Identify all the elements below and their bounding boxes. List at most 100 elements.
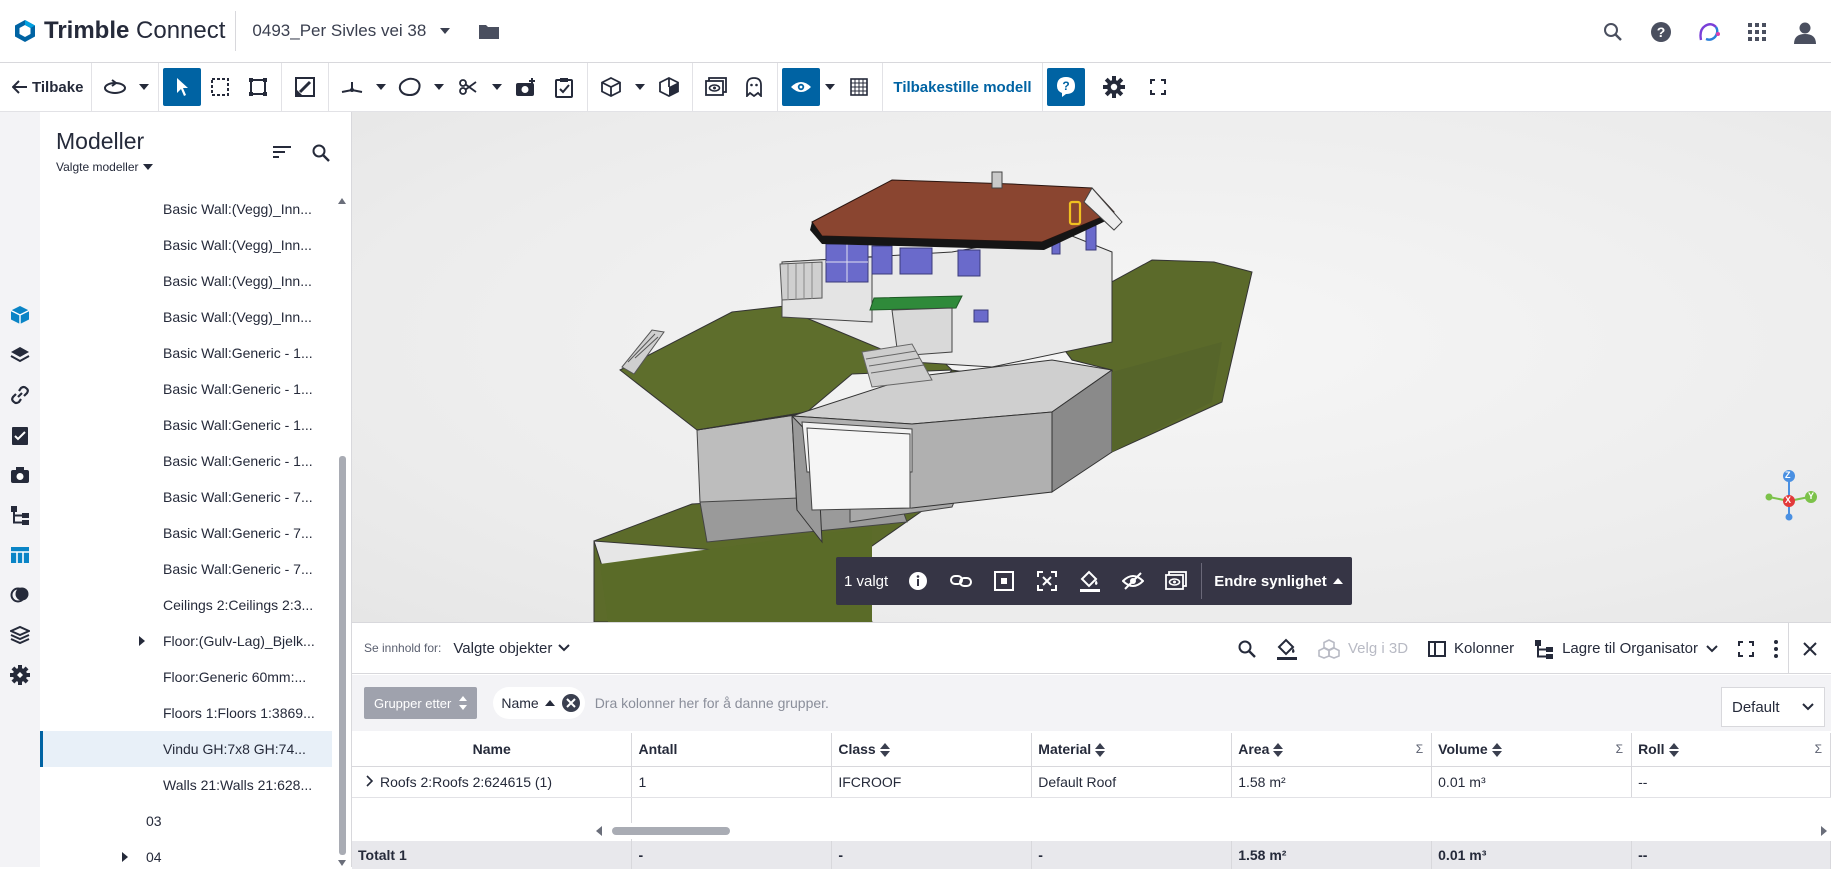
extension-gear-icon[interactable] xyxy=(0,655,40,695)
box-select-button[interactable] xyxy=(239,68,277,106)
tree-item[interactable]: Basic Wall:Generic - 1... xyxy=(40,371,332,407)
info-button[interactable] xyxy=(896,557,939,605)
caret-down-icon[interactable] xyxy=(371,68,391,106)
show-only-button[interactable] xyxy=(1154,557,1197,605)
tree-item[interactable]: Basic Wall:(Vegg)_Inn... xyxy=(40,227,332,263)
tree-item[interactable]: Basic Wall:Generic - 1... xyxy=(40,443,332,479)
sum-icon[interactable]: Σ xyxy=(1616,742,1623,756)
table-row[interactable]: Roofs 2:Roofs 2:624615 (1) 1 IFCROOF Def… xyxy=(352,766,1831,798)
group-by-button[interactable]: Grupper etter xyxy=(364,687,478,719)
tree-item[interactable]: Walls 21:Walls 21:628... xyxy=(40,767,332,803)
settings-button[interactable] xyxy=(1095,68,1133,106)
fullscreen-button[interactable] xyxy=(1139,68,1177,106)
link-object-button[interactable] xyxy=(939,557,982,605)
sort-updown-icon[interactable] xyxy=(879,743,890,758)
models-cube-icon[interactable] xyxy=(0,295,40,335)
column-header-volume[interactable]: Volume Σ xyxy=(1431,733,1633,767)
trimble-logo[interactable]: Trimble Connect xyxy=(14,0,225,63)
assistant-icon[interactable] xyxy=(1685,0,1733,63)
axis-gizmo[interactable]: Z X Y xyxy=(1765,468,1817,522)
tree-item[interactable]: Basic Wall:Generic - 1... xyxy=(40,407,332,443)
save-to-organizer-button[interactable]: Lagre til Organisator xyxy=(1524,623,1728,674)
house-3d-model[interactable] xyxy=(352,112,1831,622)
column-header-roll[interactable]: Roll Σ xyxy=(1631,733,1831,767)
chevron-right-icon[interactable] xyxy=(122,852,146,862)
chevron-right-icon[interactable] xyxy=(139,636,163,646)
tree-item-expandable[interactable]: 04 xyxy=(40,839,332,875)
tree-item[interactable]: Basic Wall:Generic - 7... xyxy=(40,551,332,587)
3d-viewer[interactable]: Z X Y xyxy=(352,112,1831,622)
user-avatar-icon[interactable] xyxy=(1781,0,1829,63)
preset-dropdown[interactable]: Default xyxy=(1721,687,1825,727)
folder-icon[interactable] xyxy=(478,22,500,40)
search-icon[interactable] xyxy=(1589,0,1637,63)
column-header-antall[interactable]: Antall xyxy=(631,733,833,767)
tree-item[interactable]: Basic Wall:(Vegg)_Inn... xyxy=(40,263,332,299)
visibility-button[interactable] xyxy=(782,68,821,106)
column-header-class[interactable]: Class xyxy=(831,733,1033,767)
caret-down-icon[interactable] xyxy=(487,68,507,106)
help-tour-button[interactable]: ? xyxy=(1046,68,1085,106)
snapshot-button[interactable] xyxy=(507,68,545,106)
link-icon[interactable] xyxy=(0,375,40,415)
columns-button[interactable]: Kolonner xyxy=(1418,623,1524,674)
more-options-button[interactable] xyxy=(1764,623,1788,674)
apps-grid-icon[interactable] xyxy=(1733,0,1781,63)
caret-down-icon[interactable] xyxy=(429,68,449,106)
hide-button[interactable] xyxy=(1111,557,1154,605)
isolate-button[interactable] xyxy=(697,68,735,106)
remove-chip-icon[interactable] xyxy=(561,693,581,713)
table-horizontal-scrollbar[interactable] xyxy=(592,823,1831,839)
sum-icon[interactable]: Σ xyxy=(1815,742,1822,756)
tree-item-folder[interactable]: 03 xyxy=(40,803,332,839)
select-button[interactable] xyxy=(163,68,202,106)
panel-search-icon[interactable] xyxy=(312,144,330,162)
group-chip-name[interactable]: Name xyxy=(493,687,585,719)
tree-item[interactable]: Floor:Generic 60mm:... xyxy=(40,659,332,695)
ghost-button[interactable] xyxy=(735,68,773,106)
caret-down-icon[interactable] xyxy=(630,68,650,106)
column-header-material[interactable]: Material xyxy=(1031,733,1233,767)
color-fill-button[interactable] xyxy=(1068,557,1111,605)
orbit-button[interactable] xyxy=(96,68,134,106)
sum-icon[interactable]: Σ xyxy=(1416,742,1423,756)
tree-item[interactable]: Basic Wall:(Vegg)_Inn... xyxy=(40,299,332,335)
sort-updown-icon[interactable] xyxy=(1491,743,1502,758)
select-in-3d-button[interactable]: Velg i 3D xyxy=(1308,623,1418,674)
panel-scrollbar[interactable] xyxy=(337,194,347,867)
table-color-button[interactable] xyxy=(1266,623,1308,674)
help-icon[interactable]: ? xyxy=(1637,0,1685,63)
data-table-icon[interactable] xyxy=(0,535,40,575)
sort-icon[interactable] xyxy=(272,145,292,159)
isolate-selection-button[interactable] xyxy=(1025,557,1068,605)
tree-item[interactable]: Floors 1:Floors 1:3869... xyxy=(40,695,332,731)
caret-down-icon[interactable] xyxy=(820,68,840,106)
tree-item[interactable]: Ceilings 2:Ceilings 2:3... xyxy=(40,587,332,623)
section-cut-button[interactable] xyxy=(449,68,487,106)
markup-button[interactable] xyxy=(286,68,324,106)
area-select-button[interactable] xyxy=(201,68,239,106)
sort-updown-icon[interactable] xyxy=(1095,743,1106,758)
render-mode-button[interactable] xyxy=(592,68,630,106)
layers-icon[interactable] xyxy=(0,335,40,375)
tree-item[interactable]: Basic Wall:Generic - 7... xyxy=(40,515,332,551)
tree-item[interactable]: Basic Wall:Generic - 7... xyxy=(40,479,332,515)
column-header-name[interactable]: Name xyxy=(352,733,633,767)
back-button[interactable]: Tilbake xyxy=(0,68,87,106)
scope-dropdown[interactable]: Valgte objekter xyxy=(453,640,571,657)
sort-updown-icon[interactable] xyxy=(1273,743,1284,758)
close-panel-button[interactable] xyxy=(1789,623,1831,674)
cloud-markup-button[interactable] xyxy=(391,68,429,106)
todo-clipboard-icon[interactable] xyxy=(0,415,40,455)
organizer-tree-icon[interactable] xyxy=(0,495,40,535)
tree-item[interactable]: Basic Wall:(Vegg)_Inn... xyxy=(40,191,332,227)
model-filter-dropdown[interactable]: Valgte modeller xyxy=(56,160,153,174)
clash-icon[interactable] xyxy=(0,575,40,615)
table-search-button[interactable] xyxy=(1228,623,1266,674)
measure-button[interactable] xyxy=(333,68,371,106)
tree-item[interactable]: Basic Wall:Generic - 1... xyxy=(40,335,332,371)
camera-icon[interactable] xyxy=(0,455,40,495)
caret-down-icon[interactable] xyxy=(134,68,154,106)
stack-layers-icon[interactable] xyxy=(0,615,40,655)
projection-button[interactable] xyxy=(650,68,688,106)
